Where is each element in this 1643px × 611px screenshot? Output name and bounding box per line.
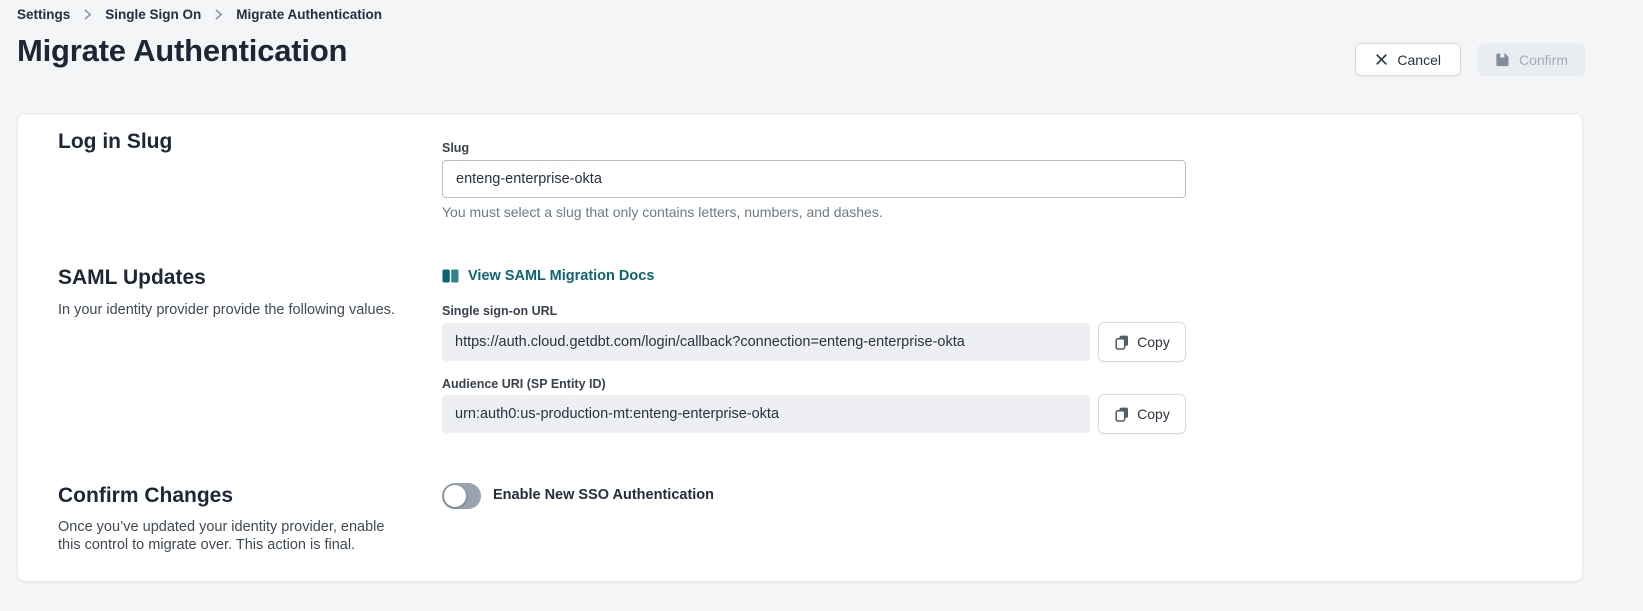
slug-input[interactable] [442, 160, 1186, 198]
enable-sso-toggle-label: Enable New SSO Authentication [493, 487, 714, 503]
sso-url-field[interactable] [442, 323, 1090, 361]
migrate-authentication-page: Settings Single Sign On Migrate Authenti… [0, 0, 1643, 611]
breadcrumb: Settings Single Sign On Migrate Authenti… [17, 7, 382, 22]
header-actions: Cancel Confirm [1355, 43, 1585, 76]
x-icon [1375, 53, 1388, 66]
slug-helper-text: You must select a slug that only contain… [442, 204, 883, 220]
slug-field-label: Slug [442, 141, 469, 155]
copy-button-label: Copy [1137, 406, 1170, 422]
login-slug-heading: Log in Slug [58, 130, 172, 154]
copy-sso-url-button[interactable]: Copy [1098, 322, 1186, 362]
copy-button-label: Copy [1137, 334, 1170, 350]
saml-updates-heading: SAML Updates [58, 266, 206, 290]
cancel-button-label: Cancel [1397, 52, 1441, 68]
docs-link-label: View SAML Migration Docs [468, 268, 654, 284]
view-saml-migration-docs-link[interactable]: View SAML Migration Docs [442, 268, 654, 284]
breadcrumb-settings[interactable]: Settings [17, 7, 70, 22]
copy-audience-uri-button[interactable]: Copy [1098, 394, 1186, 434]
saml-updates-description: In your identity provider provide the fo… [58, 301, 448, 319]
confirm-button-label: Confirm [1519, 52, 1568, 68]
confirm-button[interactable]: Confirm [1478, 43, 1585, 76]
breadcrumb-single-sign-on[interactable]: Single Sign On [105, 7, 201, 22]
toggle-knob [444, 485, 466, 507]
breadcrumb-current-page: Migrate Authentication [236, 7, 382, 22]
confirm-changes-heading: Confirm Changes [58, 484, 233, 508]
save-icon [1495, 52, 1510, 67]
chevron-right-icon [81, 8, 94, 21]
enable-sso-toggle[interactable] [442, 483, 481, 509]
confirm-changes-description: Once you’ve updated your identity provid… [58, 518, 394, 554]
copy-icon [1114, 334, 1130, 350]
page-title: Migrate Authentication [17, 33, 347, 69]
settings-card: Log in Slug Slug You must select a slug … [17, 113, 1583, 582]
audience-uri-label: Audience URI (SP Entity ID) [442, 377, 606, 391]
audience-uri-field[interactable] [442, 395, 1090, 433]
sso-url-label: Single sign-on URL [442, 304, 557, 318]
cancel-button[interactable]: Cancel [1355, 43, 1461, 76]
copy-icon [1114, 406, 1130, 422]
chevron-right-icon [212, 8, 225, 21]
book-icon [442, 269, 459, 283]
